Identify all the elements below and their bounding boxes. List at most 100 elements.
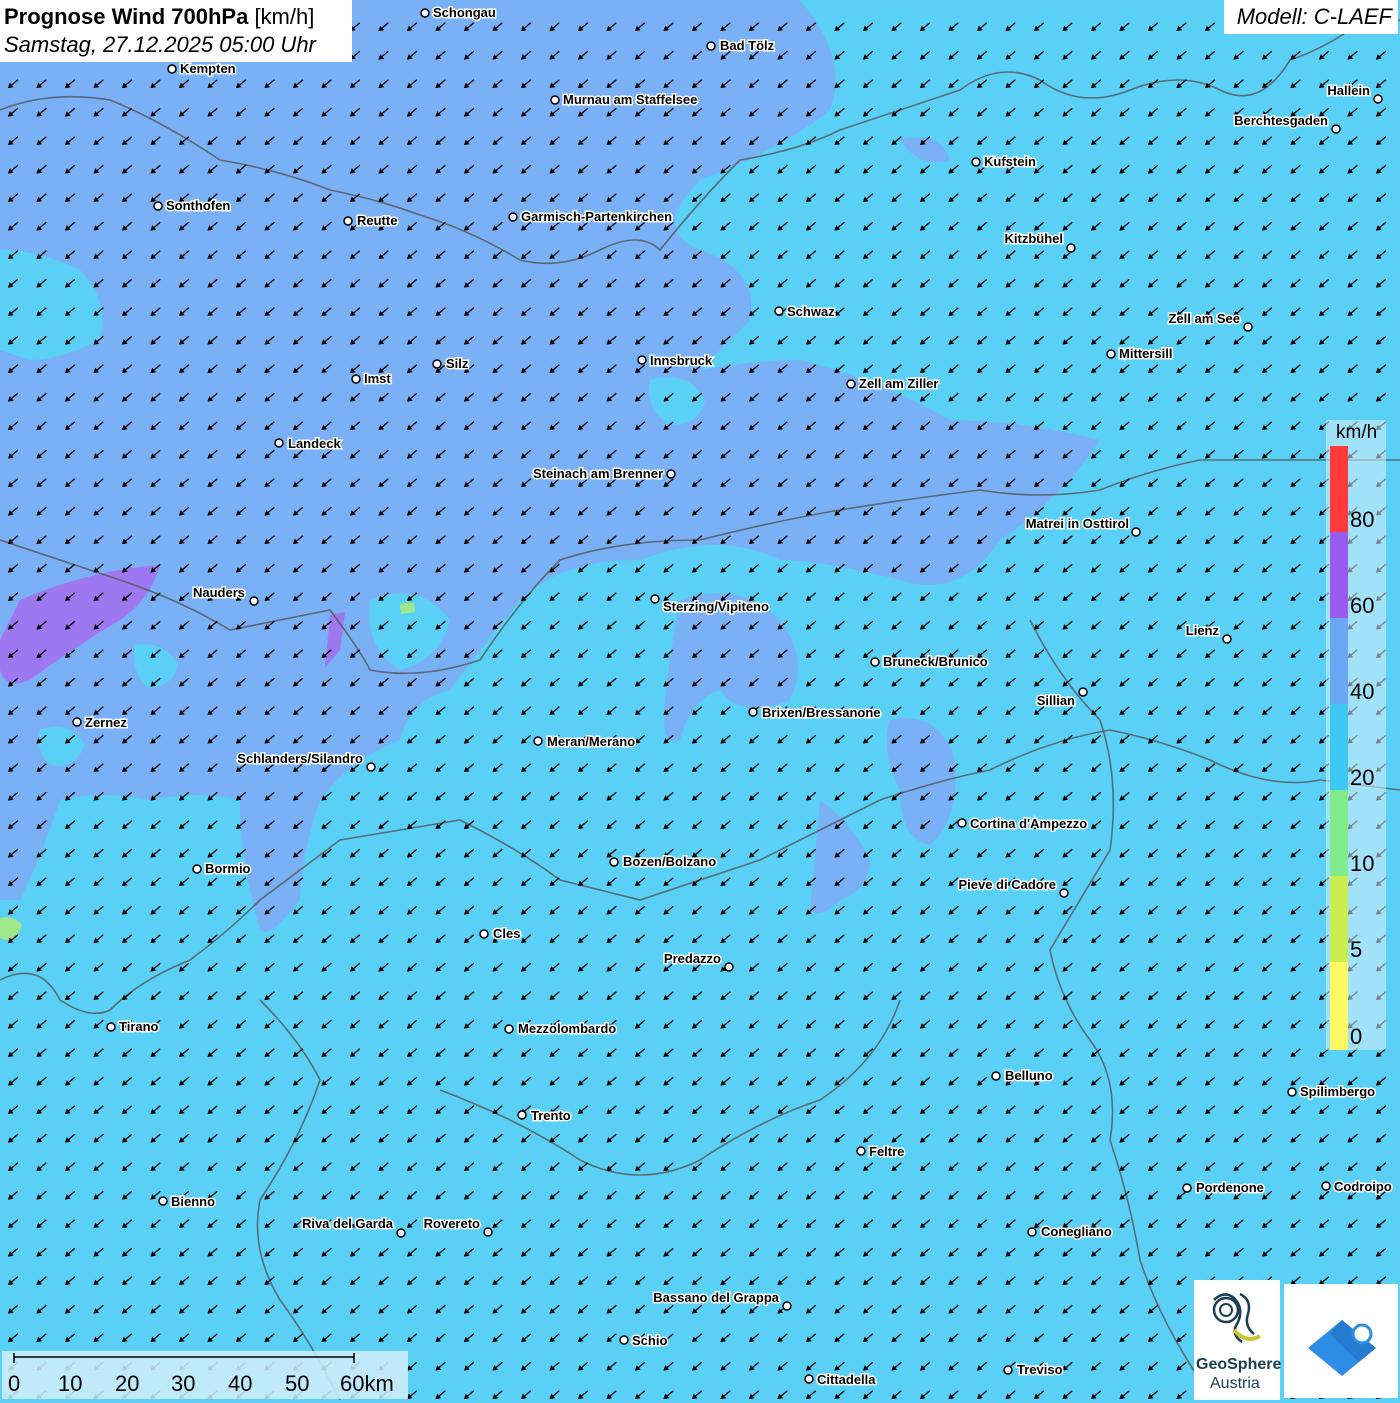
- city-dot[interactable]: [533, 736, 543, 746]
- city-marker[interactable]: Murnau am Staffelsee: [550, 91, 699, 109]
- legend-tick-80: 80: [1350, 507, 1375, 532]
- city-dot[interactable]: [517, 1110, 527, 1120]
- city-marker[interactable]: Schongau: [420, 4, 497, 22]
- city-label: Feltre: [869, 1144, 904, 1159]
- map-subtitle: Samstag, 27.12.2025 05:00 Uhr: [4, 32, 316, 57]
- scale-label-50: 50: [285, 1371, 310, 1396]
- city-dot[interactable]: [1182, 1183, 1192, 1193]
- city-dot[interactable]: [72, 717, 82, 727]
- city-label: Hallein: [1327, 83, 1370, 98]
- city-label: Kitzbühel: [1005, 231, 1064, 246]
- city-dot[interactable]: [508, 212, 518, 222]
- city-dot[interactable]: [420, 8, 430, 18]
- city-dot[interactable]: [1373, 94, 1383, 104]
- city-marker[interactable]: Steinach am Brenner: [531, 465, 676, 483]
- city-marker[interactable]: Garmisch-Partenkirchen: [508, 208, 674, 226]
- city-dot[interactable]: [1243, 322, 1253, 332]
- city-dot[interactable]: [1059, 888, 1069, 898]
- city-marker[interactable]: Brixen/Bressanone: [748, 704, 882, 722]
- city-label: Riva del Garda: [302, 1216, 394, 1231]
- city-marker[interactable]: Spilimbergo: [1287, 1083, 1377, 1101]
- scale-label-30: 30: [171, 1371, 196, 1396]
- city-label: Garmisch-Partenkirchen: [521, 209, 672, 224]
- scale-label-40: 40: [228, 1371, 253, 1396]
- city-dot[interactable]: [1321, 1181, 1331, 1191]
- city-marker[interactable]: Bruneck/Brunico: [870, 653, 989, 671]
- city-marker[interactable]: Mezzolombardo: [504, 1020, 618, 1038]
- city-marker[interactable]: Cortina d'Ampezzo: [957, 815, 1089, 833]
- city-marker[interactable]: Bozen/Bolzano: [609, 853, 718, 871]
- city-dot[interactable]: [167, 64, 177, 74]
- wind-region-10-20: [400, 602, 415, 614]
- city-dot[interactable]: [366, 762, 376, 772]
- city-label: Conegliano: [1041, 1224, 1112, 1239]
- city-label: Codroipo: [1334, 1179, 1392, 1194]
- city-marker[interactable]: Meran/Merano: [533, 733, 637, 751]
- city-label: Zell am See: [1168, 311, 1240, 326]
- city-dot[interactable]: [971, 157, 981, 167]
- city-label: Matrei in Osttirol: [1026, 516, 1129, 531]
- legend-band-yellow: [1330, 962, 1348, 1050]
- city-dot[interactable]: [804, 1374, 814, 1384]
- city-dot[interactable]: [706, 41, 716, 51]
- city-dot[interactable]: [274, 438, 284, 448]
- city-dot[interactable]: [343, 216, 353, 226]
- city-dot[interactable]: [1131, 527, 1141, 537]
- legend-band-purple: [1330, 532, 1348, 618]
- city-dot[interactable]: [1331, 124, 1341, 134]
- city-label: Bassano del Grappa: [653, 1290, 779, 1305]
- city-dot[interactable]: [870, 657, 880, 667]
- city-dot[interactable]: [609, 857, 619, 867]
- city-dot[interactable]: [249, 596, 259, 606]
- city-dot[interactable]: [637, 355, 647, 365]
- model-label: Modell: C-LAEF: [1224, 0, 1398, 34]
- city-dot[interactable]: [479, 929, 489, 939]
- city-dot[interactable]: [846, 379, 856, 389]
- city-dot[interactable]: [106, 1022, 116, 1032]
- city-label: Schwaz: [787, 304, 835, 319]
- city-dot[interactable]: [1027, 1227, 1037, 1237]
- city-dot[interactable]: [991, 1071, 1001, 1081]
- geosphere-logo-country: Austria: [1210, 1375, 1260, 1392]
- city-label: Reutte: [357, 213, 397, 228]
- city-dot[interactable]: [351, 374, 361, 384]
- city-marker[interactable]: Pordenone: [1182, 1179, 1265, 1197]
- city-dot[interactable]: [158, 1196, 168, 1206]
- city-dot[interactable]: [782, 1301, 792, 1311]
- city-dot[interactable]: [1003, 1365, 1013, 1375]
- city-marker[interactable]: Innsbruck: [637, 352, 714, 370]
- city-dot[interactable]: [550, 95, 560, 105]
- app-store-badge[interactable]: [1284, 1284, 1398, 1398]
- legend-tick-0: 0: [1350, 1024, 1363, 1049]
- city-dot[interactable]: [1078, 687, 1088, 697]
- city-label: Silz: [446, 356, 469, 371]
- city-dot[interactable]: [619, 1335, 629, 1345]
- city-dot[interactable]: [957, 818, 967, 828]
- city-dot[interactable]: [748, 707, 758, 717]
- city-marker[interactable]: Zell am Ziller: [846, 375, 940, 393]
- city-dot[interactable]: [724, 962, 734, 972]
- city-label: Belluno: [1005, 1068, 1053, 1083]
- scale-label-20: 20: [115, 1371, 140, 1396]
- city-label: Predazzo: [664, 951, 721, 966]
- city-dot[interactable]: [396, 1228, 406, 1238]
- city-dot[interactable]: [192, 864, 202, 874]
- city-dot[interactable]: [483, 1227, 493, 1237]
- city-dot[interactable]: [504, 1024, 514, 1034]
- city-dot[interactable]: [666, 469, 676, 479]
- city-dot[interactable]: [432, 359, 442, 369]
- city-label: Berchtesgaden: [1234, 113, 1328, 128]
- city-dot[interactable]: [1222, 634, 1232, 644]
- wind-map[interactable]: Schongau Bad Tölz Kempten Murnau am Staffel…: [0, 0, 1400, 1400]
- city-dot[interactable]: [774, 306, 784, 316]
- city-dot[interactable]: [650, 594, 660, 604]
- city-dot[interactable]: [153, 201, 163, 211]
- city-dot[interactable]: [856, 1146, 866, 1156]
- city-dot[interactable]: [1287, 1087, 1297, 1097]
- city-marker[interactable]: Sonthofen: [153, 197, 232, 215]
- city-marker[interactable]: Conegliano: [1027, 1223, 1113, 1241]
- geosphere-logo[interactable]: GeoSphere Austria: [1194, 1280, 1281, 1400]
- city-label: Bozen/Bolzano: [623, 854, 716, 869]
- city-dot[interactable]: [1066, 243, 1076, 253]
- city-dot[interactable]: [1106, 349, 1116, 359]
